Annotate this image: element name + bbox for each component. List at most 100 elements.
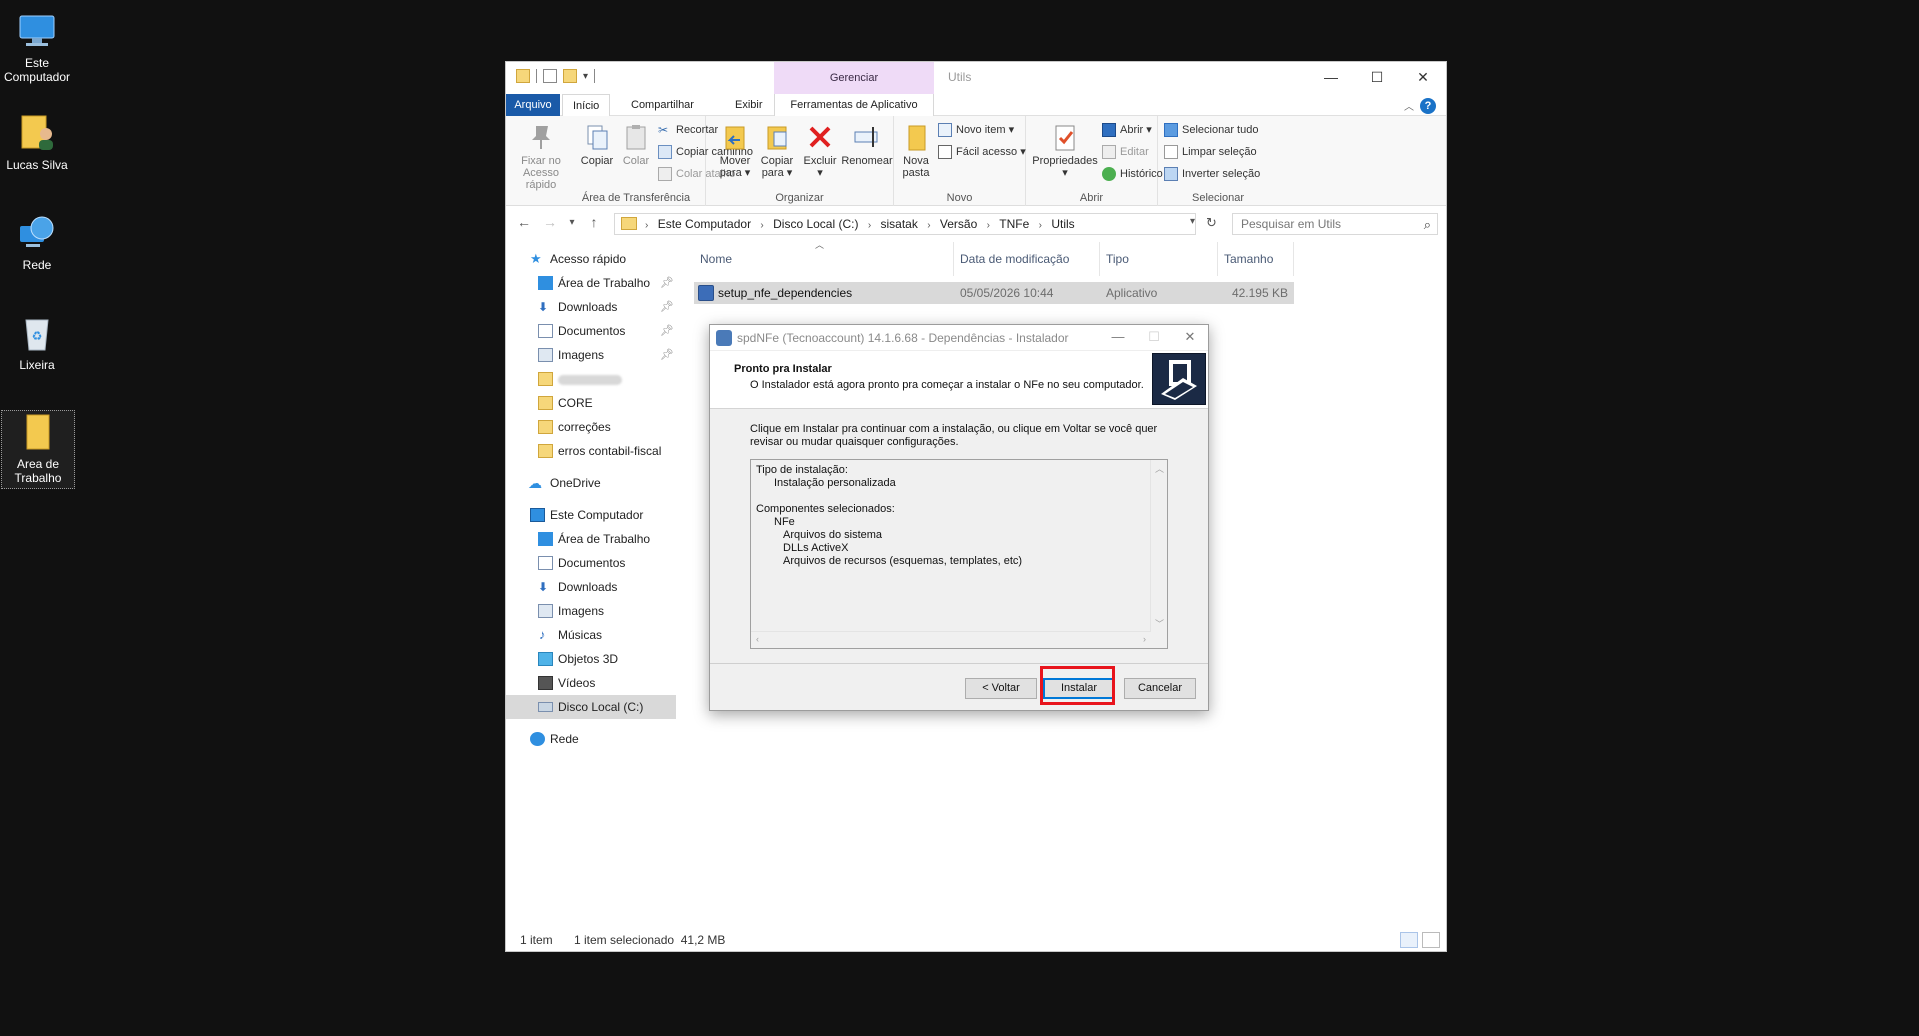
nav-item-area-de-trabalho[interactable]: Área de Trabalho 📌︎ <box>506 271 676 295</box>
scroll-down-icon[interactable]: ﹀ <box>1155 617 1164 630</box>
pin-quick-access-button[interactable]: Fixar no Acesso rápido <box>510 122 572 191</box>
easy-access-button[interactable]: Fácil acesso ▾ <box>938 143 1026 161</box>
tab-inicio[interactable]: Início <box>562 94 611 117</box>
paste-button[interactable]: Colar <box>616 122 656 167</box>
tab-ferramentas-de-aplicativo[interactable]: Ferramentas de Aplicativo <box>774 94 934 116</box>
nav-item-rede[interactable]: Rede <box>506 727 676 751</box>
nav-item-imagens[interactable]: Imagens 📌︎ <box>506 343 676 367</box>
copy-button[interactable]: Copiar <box>574 122 620 167</box>
nav-label: Downloads <box>558 580 618 594</box>
nav-item-pc-documentos[interactable]: Documentos <box>506 551 676 575</box>
nav-item-documentos[interactable]: Documentos 📌︎ <box>506 319 676 343</box>
desktop-icon-este-computador[interactable]: Este Computador <box>0 10 74 84</box>
nav-item-erros-contabil-fiscal[interactable]: erros contabil-fiscal <box>506 439 676 463</box>
desktop-icon-user-folder[interactable]: Lucas Silva <box>0 112 74 172</box>
breadcrumb-item[interactable]: sisatak <box>881 214 918 234</box>
desktop-icon-label: Este Computador <box>3 56 71 84</box>
install-summary-memo[interactable]: Tipo de instalação: Instalação personali… <box>750 459 1168 649</box>
address-dropdown-icon[interactable]: ▾ <box>1190 216 1195 227</box>
pictures-icon <box>538 604 553 618</box>
folder-icon <box>17 411 59 453</box>
desktop-icon-rede[interactable]: Rede <box>0 212 74 272</box>
column-header-tamanho[interactable]: Tamanho <box>1218 242 1294 276</box>
invert-selection-label: Inverter seleção <box>1182 168 1261 180</box>
minimize-icon[interactable]: — <box>1100 325 1136 351</box>
invert-selection-button[interactable]: Inverter seleção <box>1164 165 1260 183</box>
nav-item-acesso-rapido[interactable]: ★ Acesso rápido <box>506 247 676 271</box>
nav-item-pc-disco-local[interactable]: Disco Local (C:) <box>506 695 676 719</box>
tab-compartilhar[interactable]: Compartilhar <box>621 94 704 116</box>
breadcrumb-item[interactable]: Versão <box>940 214 977 234</box>
back-button[interactable]: < Voltar <box>965 678 1037 699</box>
properties-check-icon[interactable] <box>543 69 557 83</box>
refresh-icon[interactable]: ↻ <box>1206 215 1217 231</box>
desktop-icon-area-de-trabalho[interactable]: Area de Trabalho <box>1 410 75 489</box>
column-header-tipo[interactable]: Tipo <box>1100 242 1218 276</box>
file-row[interactable]: setup_nfe_dependencies 05/05/2026 10:44 … <box>694 282 1294 304</box>
copy-to-button[interactable]: Copiar para ▾ <box>756 122 798 179</box>
back-arrow-icon[interactable]: ← <box>514 214 534 230</box>
column-header-data[interactable]: Data de modificação <box>954 242 1100 276</box>
close-icon[interactable]: ✕ <box>1172 325 1208 351</box>
history-button[interactable]: Histórico <box>1102 165 1163 183</box>
up-arrow-icon[interactable]: ↑ <box>584 214 604 230</box>
nav-item-pc-objetos-3d[interactable]: Objetos 3D <box>506 647 676 671</box>
pin-icon: 📌︎ <box>660 277 674 289</box>
forward-arrow-icon[interactable]: → <box>540 214 560 230</box>
desktop-icon-label: Lixeira <box>19 358 55 372</box>
new-folder-icon <box>901 122 931 152</box>
select-all-button[interactable]: Selecionar tudo <box>1164 121 1258 139</box>
nav-item-pc-musicas[interactable]: ♪ Músicas <box>506 623 676 647</box>
nav-item-pc-area-de-trabalho[interactable]: Área de Trabalho <box>506 527 676 551</box>
edit-button[interactable]: Editar <box>1102 143 1149 161</box>
move-to-button[interactable]: Mover para ▾ <box>714 122 756 179</box>
rename-button[interactable]: Renomear <box>840 122 894 167</box>
address-bar[interactable]: › Este Computador › Disco Local (C:) › s… <box>614 213 1196 235</box>
nav-item-correcoes[interactable]: correções <box>506 415 676 439</box>
nav-item-pc-downloads[interactable]: ⬇ Downloads <box>506 575 676 599</box>
breadcrumb-item[interactable]: Disco Local (C:) <box>773 214 858 234</box>
nav-item-onedrive[interactable]: ☁ OneDrive <box>506 471 676 495</box>
nav-item-redacted-folder[interactable] <box>506 367 676 391</box>
desktop: Este Computador Lucas Silva Rede ♻ Lixei… <box>0 0 1919 1036</box>
customize-qat-icon[interactable]: ▾ <box>583 71 588 82</box>
collapse-ribbon-icon[interactable]: ︿ <box>1404 98 1414 113</box>
minimize-icon[interactable]: — <box>1308 62 1354 94</box>
scroll-right-icon[interactable]: › <box>1143 634 1146 644</box>
horizontal-scrollbar[interactable]: ‹ › <box>751 631 1151 648</box>
details-view-icon[interactable] <box>1400 932 1418 948</box>
search-input[interactable]: Pesquisar em Utils ⌕ <box>1232 213 1438 235</box>
large-icons-view-icon[interactable] <box>1422 932 1440 948</box>
breadcrumb-item[interactable]: Utils <box>1051 214 1074 234</box>
cancel-button[interactable]: Cancelar <box>1124 678 1196 699</box>
install-button[interactable]: Instalar <box>1043 678 1115 699</box>
help-icon[interactable]: ? <box>1420 98 1436 114</box>
column-header-nome[interactable]: Nome <box>694 242 954 276</box>
new-item-button[interactable]: Novo item ▾ <box>938 121 1014 139</box>
maximize-icon[interactable]: ☐ <box>1354 62 1400 94</box>
new-folder-button[interactable]: Nova pasta <box>896 122 936 179</box>
nav-item-pc-imagens[interactable]: Imagens <box>506 599 676 623</box>
new-item-label: Novo item <box>956 124 1006 136</box>
breadcrumb-item[interactable]: Este Computador <box>658 214 751 234</box>
scroll-left-icon[interactable]: ‹ <box>756 634 759 644</box>
scroll-up-icon[interactable]: ︿ <box>1155 462 1164 475</box>
properties-button[interactable]: Propriedades ▾ <box>1030 122 1100 179</box>
nav-item-core[interactable]: CORE <box>506 391 676 415</box>
nav-item-downloads[interactable]: ⬇ Downloads 📌︎ <box>506 295 676 319</box>
installer-app-icon <box>716 330 732 346</box>
delete-button[interactable]: Excluir ▾ <box>800 122 840 179</box>
vertical-scrollbar[interactable]: ︿ ﹀ <box>1150 460 1167 632</box>
desktop-icon-lixeira[interactable]: ♻ Lixeira <box>0 312 74 372</box>
breadcrumb-item[interactable]: TNFe <box>999 214 1029 234</box>
recent-locations-icon[interactable]: ▾ <box>562 217 582 228</box>
tab-arquivo[interactable]: Arquivo <box>506 94 560 116</box>
nav-item-este-computador[interactable]: Este Computador <box>506 503 676 527</box>
open-button[interactable]: Abrir ▾ <box>1102 121 1152 139</box>
tab-exibir[interactable]: Exibir <box>725 94 773 116</box>
nav-label: OneDrive <box>550 476 601 490</box>
nav-item-pc-videos[interactable]: Vídeos <box>506 671 676 695</box>
select-none-button[interactable]: Limpar seleção <box>1164 143 1257 161</box>
close-icon[interactable]: ✕ <box>1400 62 1446 94</box>
new-folder-icon[interactable] <box>563 69 577 83</box>
